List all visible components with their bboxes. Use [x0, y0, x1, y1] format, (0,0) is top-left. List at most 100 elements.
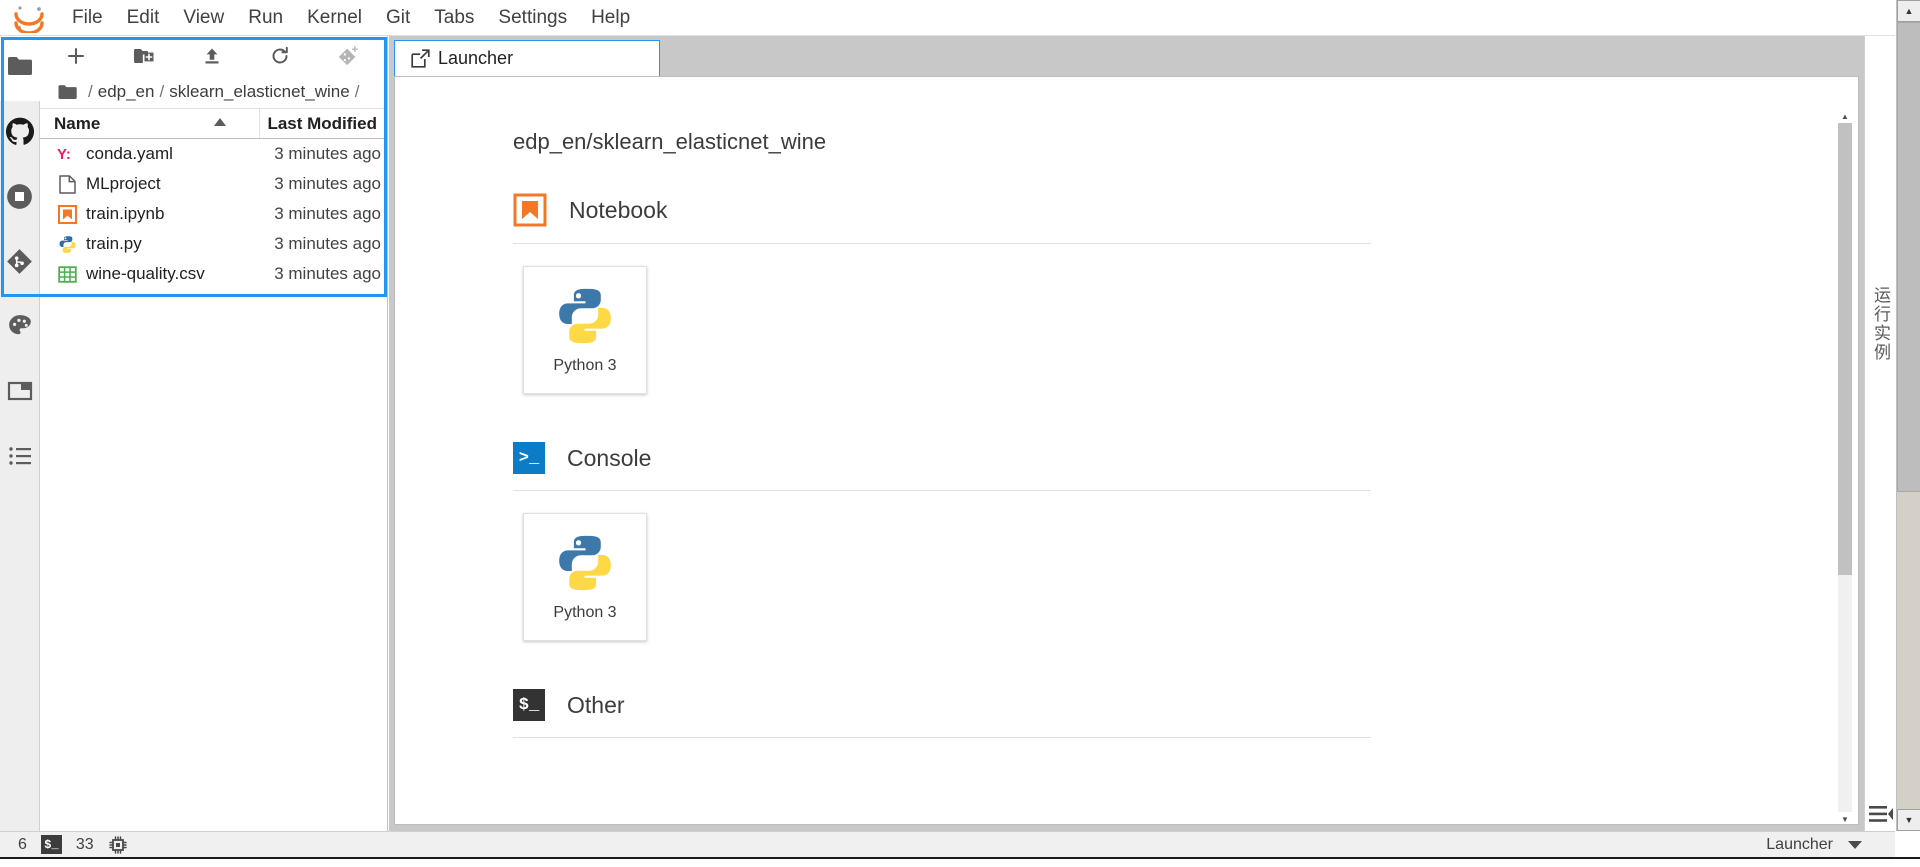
window-bottom-edge [0, 857, 1920, 867]
right-sidebar: 运行实例 [1864, 36, 1896, 831]
sidebar-extension-manager[interactable] [0, 296, 40, 361]
yaml-file-icon: Y: [56, 144, 78, 164]
tab-launcher[interactable]: Launcher [394, 40, 660, 76]
section-label-notebook: Notebook [569, 196, 668, 223]
python-icon [554, 285, 616, 347]
launcher-card-notebook-python3[interactable]: Python 3 [523, 266, 647, 394]
window-scrollbar-thumb[interactable] [1897, 22, 1920, 492]
status-terminal-count[interactable]: 33 [76, 836, 94, 854]
python-icon [554, 532, 616, 594]
section-spacer-1 [513, 400, 1858, 442]
menu-tabs[interactable]: Tabs [422, 4, 486, 32]
new-folder-button[interactable] [130, 42, 158, 70]
file-name: train.ipynb [86, 204, 165, 223]
sidebar-table-of-contents[interactable] [0, 426, 40, 491]
sidebar-file-browser[interactable] [0, 36, 40, 101]
file-row-train-ipynb[interactable]: train.ipynb 3 minutes ago [40, 199, 387, 229]
launcher-section-notebook: Notebook Python 3 [513, 193, 1371, 394]
window-scroll-down-icon[interactable]: ▼ [1897, 809, 1920, 831]
launcher-vertical-scrollbar[interactable]: ▲ ▼ [1838, 112, 1852, 824]
status-kernel-count[interactable]: 6 [18, 836, 27, 854]
menu-edit[interactable]: Edit [115, 4, 172, 32]
breadcrumb-separator-root: / [88, 82, 93, 101]
status-bar-left: 6 $_ 33 [0, 835, 128, 855]
menu-file[interactable]: File [60, 4, 115, 32]
running-stop-icon [6, 183, 33, 215]
file-modified: 3 minutes ago [274, 234, 381, 253]
file-row-conda-yaml[interactable]: Y: conda.yaml 3 minutes ago [40, 139, 387, 169]
section-label-console: Console [567, 444, 652, 471]
menu-help[interactable]: Help [579, 4, 642, 32]
new-launcher-button[interactable] [62, 42, 90, 70]
card-row-notebook: Python 3 [513, 266, 1371, 394]
status-resource-usage-icon[interactable] [108, 835, 128, 855]
palette-icon [7, 313, 33, 344]
breadcrumb: / edp_en / sklearn_elasticnet_wine / [40, 76, 387, 108]
launcher-icon [411, 49, 430, 68]
menu-bar: File Edit View Run Kernel Git Tabs Setti… [0, 0, 1895, 36]
file-list-header: Name Last Modified [40, 108, 387, 139]
column-header-name[interactable]: Name [40, 109, 260, 138]
sidebar-property-inspector[interactable] [0, 361, 40, 426]
git-clone-button[interactable] [334, 42, 362, 70]
scroll-down-arrow-icon[interactable]: ▼ [1838, 812, 1852, 824]
column-header-name-label: Name [54, 113, 101, 133]
right-sidebar-running-instances-label[interactable]: 运行实例 [1868, 286, 1893, 362]
card-label: Python 3 [553, 357, 617, 374]
file-row-train-py[interactable]: train.py 3 minutes ago [40, 229, 387, 259]
file-row-mlproject[interactable]: MLproject 3 minutes ago [40, 169, 387, 199]
breadcrumb-segment-sklearn_elasticnet_wine[interactable]: sklearn_elasticnet_wine [169, 82, 350, 102]
menu-items: File Edit View Run Kernel Git Tabs Setti… [60, 4, 642, 32]
activity-bar [0, 36, 40, 831]
status-expand-icon[interactable] [1847, 839, 1863, 851]
console-icon: >_ [513, 442, 545, 474]
jupyterlab-window: File Edit View Run Kernel Git Tabs Setti… [0, 0, 1920, 867]
menu-settings[interactable]: Settings [486, 4, 579, 32]
toggle-right-sidebar-icon[interactable] [1868, 803, 1894, 825]
sidebar-github[interactable] [0, 101, 40, 166]
table-of-contents-icon [8, 445, 32, 472]
other-terminal-icon: $_ [513, 689, 545, 721]
card-row-console: Python 3 [513, 513, 1371, 641]
svg-text:Y:: Y: [57, 146, 71, 163]
section-spacer-2 [513, 647, 1858, 689]
column-header-last-modified[interactable]: Last Modified [260, 109, 387, 138]
breadcrumb-segment-edp_en[interactable]: edp_en [98, 82, 155, 102]
file-name: conda.yaml [86, 144, 173, 163]
status-active-tab-label[interactable]: Launcher [1766, 836, 1833, 854]
menu-run[interactable]: Run [236, 4, 295, 32]
launcher-card-console-python3[interactable]: Python 3 [523, 513, 647, 641]
tab-bar: Launcher [389, 36, 1864, 76]
window-scroll-up-icon[interactable]: ▲ [1897, 0, 1920, 22]
property-inspector-icon [7, 380, 33, 407]
launcher-section-other: $_ Other [513, 689, 1371, 738]
status-bar-right: Launcher [1766, 836, 1895, 854]
other-icon-text: $_ [518, 695, 540, 715]
file-modified: 3 minutes ago [274, 174, 381, 193]
refresh-file-list-button[interactable] [266, 42, 294, 70]
status-terminal-icon[interactable]: $_ [40, 835, 62, 854]
menu-kernel[interactable]: Kernel [295, 4, 374, 32]
console-icon-text: >_ [518, 448, 540, 468]
window-vertical-scrollbar[interactable]: ▲ ▼ [1896, 0, 1920, 831]
breadcrumb-separator-1: / [159, 82, 165, 101]
file-modified: 3 minutes ago [274, 144, 381, 163]
scrollbar-thumb[interactable] [1838, 123, 1852, 575]
file-name: train.py [86, 234, 142, 253]
menu-view[interactable]: View [171, 4, 236, 32]
file-row-wine-quality-csv[interactable]: wine-quality.csv 3 minutes ago [40, 259, 387, 289]
file-browser-panel: / edp_en / sklearn_elasticnet_wine / Nam… [40, 36, 388, 831]
section-header-notebook: Notebook [513, 193, 1371, 244]
notebook-file-icon [56, 204, 78, 224]
generic-file-icon [56, 174, 78, 194]
status-terminal-icon-text: $_ [44, 837, 59, 852]
launcher-path-title: edp_en/sklearn_elasticnet_wine [513, 129, 827, 154]
scroll-up-arrow-icon[interactable]: ▲ [1838, 109, 1852, 123]
menu-git[interactable]: Git [374, 4, 422, 32]
file-modified: 3 minutes ago [274, 264, 381, 283]
launcher-content: edp_en/sklearn_elasticnet_wine Notebook [395, 77, 1858, 824]
sidebar-git[interactable] [0, 231, 40, 296]
upload-files-button[interactable] [198, 42, 226, 70]
sidebar-running-terminals[interactable] [0, 166, 40, 231]
folder-icon [7, 55, 33, 82]
